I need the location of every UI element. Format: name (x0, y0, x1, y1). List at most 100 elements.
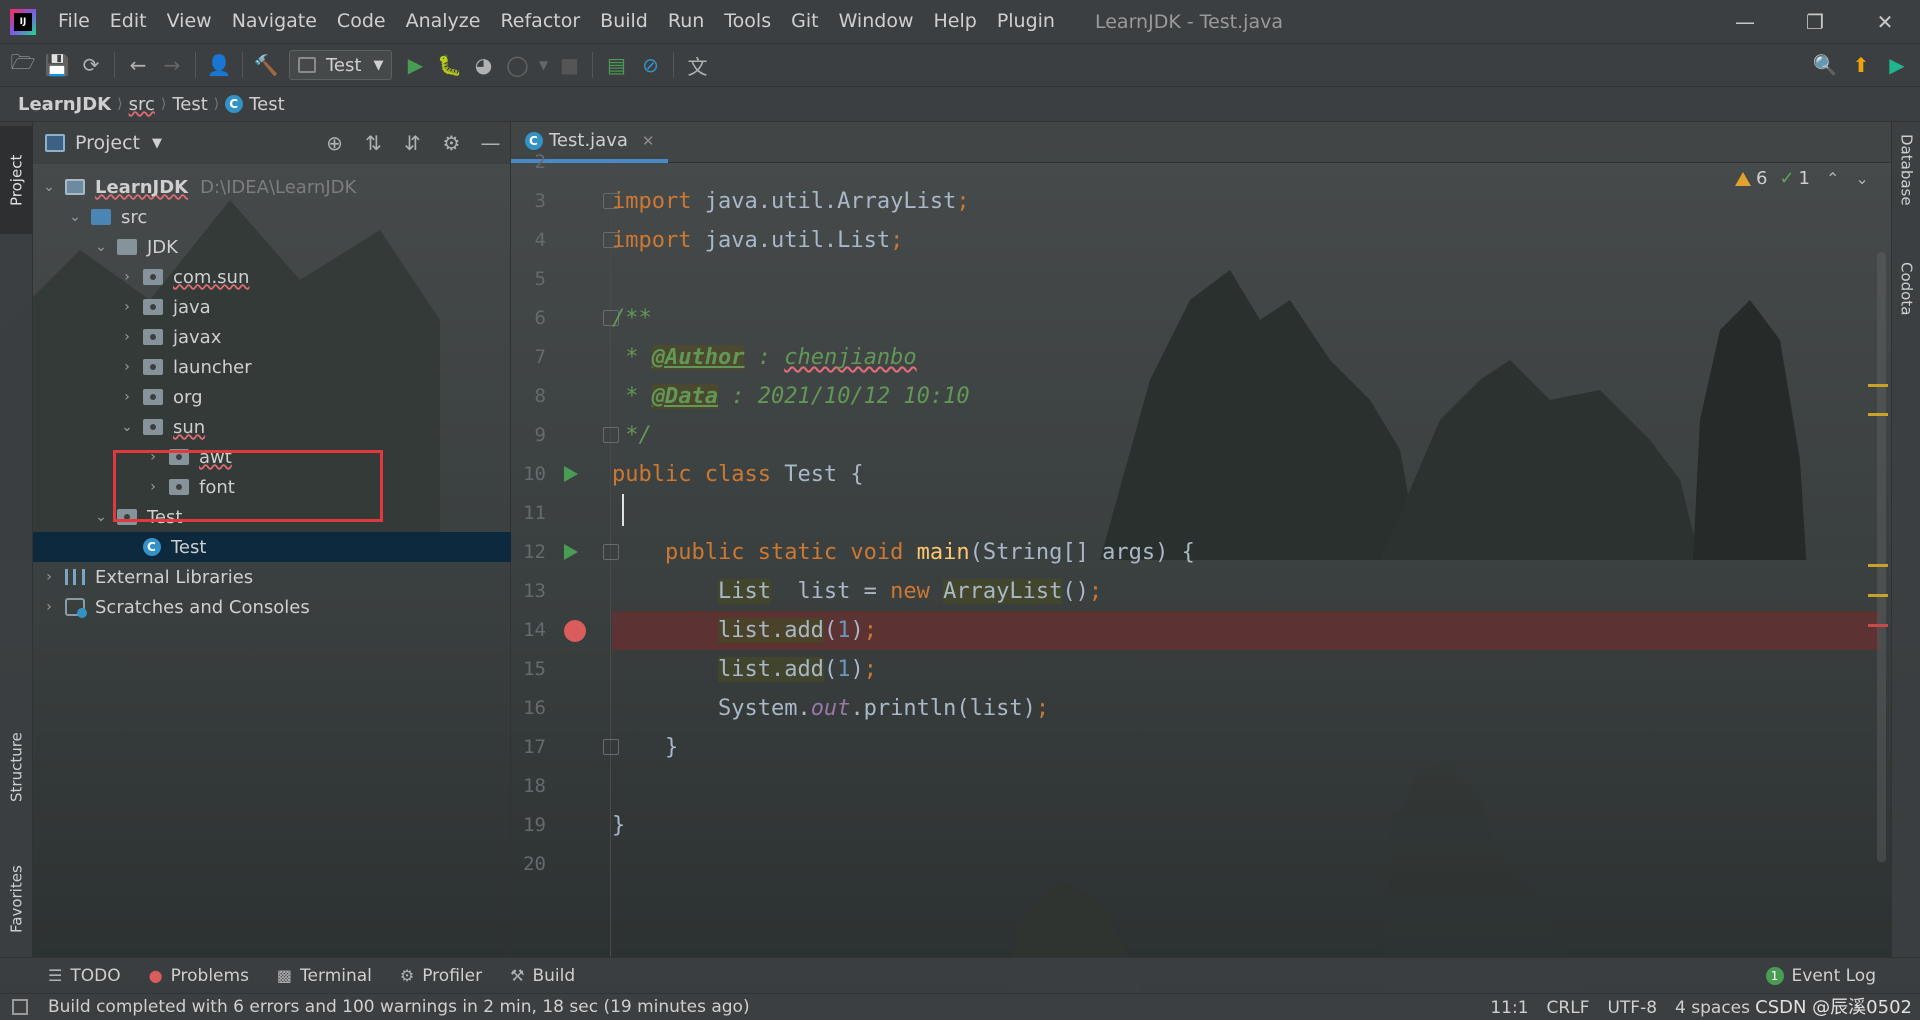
tab-structure[interactable]: Structure (0, 712, 33, 822)
tree-item-sun[interactable]: ⌄ sun (33, 412, 511, 442)
tree-item-launcher[interactable]: › launcher (33, 352, 511, 382)
open-folder-icon[interactable]: 🗁 (6, 48, 40, 82)
collapse-all-icon[interactable]: ⇵ (393, 131, 432, 155)
tool-todo[interactable]: ☰ TODO (48, 966, 121, 986)
menu-git[interactable]: Git (781, 0, 828, 43)
tree-item-learnjdk[interactable]: ⌄ LearnJDK D:\IDEA\LearnJDK (33, 172, 511, 202)
stop-icon[interactable]: ■ (552, 48, 586, 82)
coverage-icon[interactable]: ◕ (466, 48, 500, 82)
tree-item-scratches[interactable]: › Scratches and Consoles (33, 592, 511, 622)
project-panel-title[interactable]: Project (75, 132, 140, 154)
tree-item-jdk[interactable]: ⌄ JDK (33, 232, 511, 262)
activity-monitor-icon[interactable]: ▤ (599, 48, 633, 82)
settings-gear-icon[interactable]: ⚙ (432, 131, 471, 155)
translate-icon[interactable]: 文 (680, 48, 714, 82)
menu-plugin[interactable]: Plugin (987, 0, 1065, 43)
close-window-button[interactable]: ✕ (1850, 0, 1920, 43)
menu-build[interactable]: Build (590, 0, 658, 43)
tool-problems[interactable]: ● Problems (149, 966, 249, 986)
search-icon[interactable]: 🔍 (1808, 48, 1842, 82)
save-all-icon[interactable]: 💾 (40, 48, 74, 82)
breakpoint-stripe-marker[interactable] (1868, 624, 1888, 627)
locate-target-icon[interactable]: ⊕ (315, 131, 354, 155)
chevron-down-icon[interactable]: ▼ (152, 136, 162, 151)
breadcrumb-package[interactable]: Test (172, 94, 207, 115)
menu-code[interactable]: Code (327, 0, 396, 43)
update-icon[interactable]: ⬆ (1844, 48, 1878, 82)
chevron-down-icon[interactable]: ⌄ (1855, 169, 1868, 188)
chevron-down-icon[interactable]: ⌄ (93, 509, 109, 525)
run-main-gutter-icon[interactable] (564, 544, 578, 560)
tool-profiler[interactable]: ⚙ Profiler (400, 966, 482, 986)
breadcrumb-project[interactable]: LearnJDK (18, 94, 111, 115)
breadcrumb-class[interactable]: Test (249, 94, 284, 115)
user-icon[interactable]: 👤 (202, 48, 236, 82)
menu-tools[interactable]: Tools (714, 0, 781, 43)
chevron-down-icon[interactable]: ▼ (534, 48, 552, 82)
error-stripe-marker[interactable] (1868, 594, 1888, 597)
chevron-down-icon[interactable]: ⌄ (41, 179, 57, 195)
minimize-button[interactable]: — (1710, 0, 1780, 43)
tree-item-java[interactable]: › java (33, 292, 511, 322)
tree-item-src[interactable]: ⌄ src (33, 202, 511, 232)
tool-terminal[interactable]: ▩ Terminal (277, 966, 372, 986)
chevron-right-icon[interactable]: › (119, 329, 135, 345)
caret-position[interactable]: 11:1 (1490, 998, 1528, 1018)
menu-file[interactable]: File (48, 0, 100, 43)
event-log-button[interactable]: 1 Event Log (1765, 958, 1876, 994)
menu-help[interactable]: Help (923, 0, 986, 43)
code-editor[interactable]: import java.util.ArrayList; import java.… (612, 163, 1879, 957)
forward-arrow-icon[interactable]: → (155, 48, 189, 82)
file-encoding[interactable]: UTF-8 (1607, 998, 1657, 1018)
chevron-right-icon[interactable]: › (119, 269, 135, 285)
restore-button[interactable]: ❐ (1780, 0, 1850, 43)
hide-panel-icon[interactable]: — (471, 131, 510, 155)
status-message[interactable]: Build completed with 6 errors and 100 wa… (48, 997, 750, 1017)
chevron-right-icon[interactable]: › (119, 389, 135, 405)
chevron-right-icon[interactable]: › (41, 599, 57, 615)
run-configuration-select[interactable]: Test ▼ (289, 50, 393, 80)
error-stripe-marker[interactable] (1868, 564, 1888, 567)
menu-run[interactable]: Run (658, 0, 714, 43)
chevron-down-icon[interactable]: ⌄ (119, 419, 135, 435)
tree-item-external-libraries[interactable]: › External Libraries (33, 562, 511, 592)
run-icon[interactable]: ▶ (398, 48, 432, 82)
chevron-down-icon[interactable]: ⌄ (67, 209, 83, 225)
chevron-up-icon[interactable]: ⌃ (1826, 169, 1839, 188)
run-class-gutter-icon[interactable] (564, 466, 578, 482)
debug-bug-icon[interactable]: 🐛 (432, 48, 466, 82)
menu-refactor[interactable]: Refactor (490, 0, 590, 43)
tool-build[interactable]: ⚒ Build (510, 966, 575, 986)
build-hammer-icon[interactable]: 🔨 (249, 48, 283, 82)
profile-icon[interactable]: ◯ (500, 48, 534, 82)
menu-window[interactable]: Window (829, 0, 924, 43)
no-entry-icon[interactable]: ⊘ (633, 48, 667, 82)
chevron-right-icon[interactable]: › (41, 569, 57, 585)
error-stripe-marker[interactable] (1868, 384, 1888, 387)
chevron-down-icon[interactable]: ⌄ (93, 239, 109, 255)
close-icon[interactable]: ✕ (642, 132, 655, 150)
plugin-logo-icon[interactable]: ▶ (1880, 48, 1914, 82)
error-stripe-marker[interactable] (1868, 413, 1888, 416)
chevron-right-icon[interactable]: › (119, 299, 135, 315)
menu-navigate[interactable]: Navigate (222, 0, 327, 43)
chevron-right-icon[interactable]: › (119, 359, 135, 375)
menu-edit[interactable]: Edit (100, 0, 157, 43)
editor-scrollbar[interactable] (1877, 252, 1886, 862)
breakpoint-icon[interactable] (564, 620, 586, 642)
indent-setting[interactable]: 4 spaces (1675, 998, 1750, 1018)
line-separator[interactable]: CRLF (1547, 998, 1590, 1018)
inspection-widget[interactable]: 6 ✓ 1 ⌃ ⌄ (1735, 168, 1869, 189)
breadcrumb-src[interactable]: src (129, 94, 155, 115)
tab-codota[interactable]: Codota (1892, 262, 1920, 382)
menu-view[interactable]: View (157, 0, 222, 43)
menu-analyze[interactable]: Analyze (396, 0, 491, 43)
back-arrow-icon[interactable]: ← (121, 48, 155, 82)
tab-favorites[interactable]: Favorites (0, 842, 33, 957)
sync-icon[interactable]: ⟳ (74, 48, 108, 82)
toggle-tool-windows-icon[interactable] (12, 999, 28, 1015)
tab-project[interactable]: Project (0, 126, 33, 234)
tab-database[interactable]: Database (1892, 134, 1920, 254)
tree-item-javax[interactable]: › javax (33, 322, 511, 352)
tree-item-com-sun[interactable]: › com.sun (33, 262, 511, 292)
